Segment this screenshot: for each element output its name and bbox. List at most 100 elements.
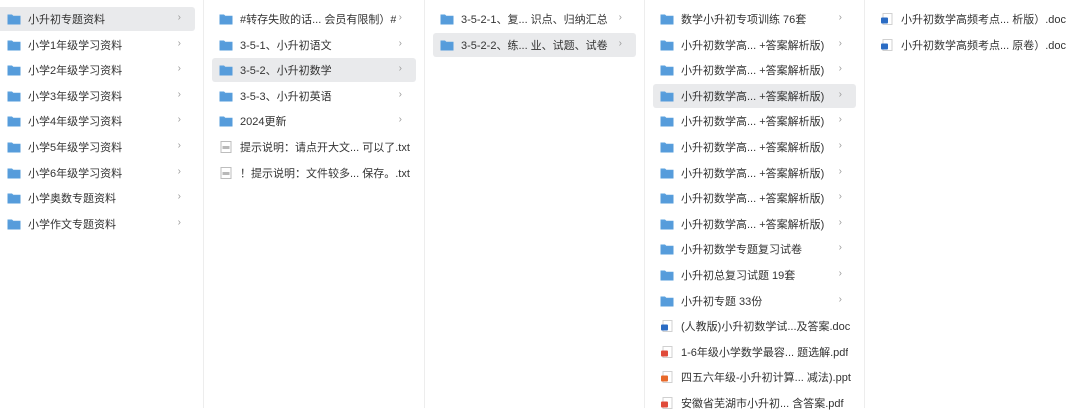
file-item[interactable]: (人教版)小升初数学试...及答案.doc bbox=[653, 314, 856, 338]
item-label: 小学3年级学习资料 bbox=[28, 90, 123, 103]
folder-icon bbox=[7, 13, 21, 25]
folder-icon bbox=[660, 167, 674, 179]
item-label: 3-5-2-1、复... 识点、归纳汇总 bbox=[461, 14, 608, 26]
folder-icon bbox=[7, 141, 21, 153]
item-label: 小升初数学高... +答案解析版) bbox=[681, 39, 825, 52]
folder-item[interactable]: 小升初总复习试题 19套 › bbox=[653, 263, 856, 287]
item-label: 小学2年级学习资料 bbox=[28, 65, 123, 78]
column-3[interactable]: 3-5-2-1、复... 识点、归纳汇总 › 3-5-2-2、练... 业、试题、试… bbox=[425, 0, 645, 408]
folder-item[interactable]: 3-5-2-1、复... 识点、归纳汇总 › bbox=[433, 7, 636, 31]
folder-item[interactable]: 3-5-1、小升初语文 › bbox=[212, 33, 416, 57]
item-label: #转存失败的话... 会员有限制）# bbox=[240, 14, 397, 26]
chevron-right-icon: › bbox=[838, 139, 842, 151]
folder-item-selected[interactable]: 小升初专题资料 › bbox=[0, 7, 195, 31]
folder-item-selected[interactable]: 3-5-2、小升初数学 › bbox=[212, 58, 416, 83]
chevron-right-icon: › bbox=[838, 88, 842, 100]
folder-item[interactable]: 2024更新 › bbox=[212, 109, 416, 133]
chevron-right-icon: › bbox=[838, 191, 842, 203]
folder-icon bbox=[660, 64, 674, 76]
folder-icon bbox=[660, 39, 674, 51]
folder-item[interactable]: 3-5-3、小升初英语 › bbox=[212, 84, 416, 108]
chevron-right-icon: › bbox=[838, 165, 842, 177]
file-item[interactable]: 四五六年级-小升初计算... 减法).ppt bbox=[653, 365, 856, 389]
column-5[interactable]: 小升初数学高频考点... 析版）.doc 小升初数学高频考点... 原卷）.doc bbox=[865, 0, 1080, 408]
folder-item[interactable]: 小升初数学高... +答案解析版) › bbox=[653, 109, 856, 133]
item-label: 提示说明：请点开大文... 可以了.txt bbox=[240, 141, 410, 154]
folder-item[interactable]: 小升初数学专题复习试卷 › bbox=[653, 237, 856, 261]
chevron-right-icon: › bbox=[177, 63, 181, 75]
column-4[interactable]: 数学小升初专项训练 76套 › 小升初数学高... +答案解析版) › 小升初数学高..… bbox=[645, 0, 865, 410]
chevron-right-icon: › bbox=[177, 114, 181, 126]
item-label: 小升初数学高... +答案解析版) bbox=[681, 193, 825, 206]
folder-icon bbox=[660, 141, 674, 153]
column-1[interactable]: 小升初专题资料 › 小学1年级学习资料 › 小学2年级学习资料 › 小学3年级学习资料 › 小学… bbox=[0, 0, 204, 408]
folder-item[interactable]: 小学作文专题资料 › bbox=[0, 212, 195, 236]
item-label: ！提示说明：文件较多... 保存。.txt bbox=[240, 167, 410, 180]
item-label: 小学1年级学习资料 bbox=[28, 39, 123, 52]
folder-icon bbox=[660, 295, 674, 307]
item-label: 小学奥数专题资料 bbox=[28, 193, 116, 206]
miller-columns: 小升初专题资料 › 小学1年级学习资料 › 小学2年级学习资料 › 小学3年级学习资料 › 小学… bbox=[0, 0, 1080, 410]
item-label: 小升初总复习试题 19套 bbox=[681, 269, 796, 282]
folder-icon bbox=[219, 39, 233, 51]
folder-item[interactable]: 小学1年级学习资料 › bbox=[0, 33, 195, 57]
item-label: 3-5-3、小升初英语 bbox=[240, 90, 332, 103]
folder-icon bbox=[219, 13, 233, 25]
folder-item[interactable]: #转存失败的话... 会员有限制）# › bbox=[212, 7, 416, 31]
file-item[interactable]: 小升初数学高频考点... 原卷）.doc bbox=[873, 33, 1072, 57]
folder-item[interactable]: 小升初数学高... +答案解析版) › bbox=[653, 135, 856, 159]
folder-icon bbox=[660, 115, 674, 127]
folder-icon bbox=[660, 90, 674, 102]
folder-item[interactable]: 小升初数学高... +答案解析版) › bbox=[653, 161, 856, 185]
chevron-right-icon: › bbox=[398, 114, 402, 126]
folder-item[interactable]: 小学6年级学习资料 › bbox=[0, 161, 195, 185]
folder-item[interactable]: 小学5年级学习资料 › bbox=[0, 135, 195, 159]
chevron-right-icon: › bbox=[838, 114, 842, 126]
folder-icon bbox=[660, 243, 674, 255]
item-label: 小升初数学高... +答案解析版) bbox=[681, 167, 825, 180]
folder-item-selected[interactable]: 小升初数学高... +答案解析版) › bbox=[653, 83, 856, 108]
file-item[interactable]: 提示说明：请点开大文... 可以了.txt bbox=[212, 135, 416, 159]
item-label: 3-5-2-2、练... 业、试题、试卷 bbox=[461, 39, 608, 52]
chevron-right-icon: › bbox=[838, 12, 842, 23]
item-label: 小升初数学专题复习试卷 bbox=[681, 244, 802, 257]
folder-item[interactable]: 小学奥数专题资料 › bbox=[0, 186, 195, 210]
chevron-right-icon: › bbox=[177, 37, 181, 49]
file-item[interactable]: ！提示说明：文件较多... 保存。.txt bbox=[212, 161, 416, 185]
item-label: 四五六年级-小升初计算... 减法).ppt bbox=[681, 372, 851, 385]
chevron-right-icon: › bbox=[838, 37, 842, 49]
column-2[interactable]: #转存失败的话... 会员有限制）# › 3-5-1、小升初语文 › 3-5-2、小升初… bbox=[204, 0, 425, 408]
item-label: 小升初数学高... +答案解析版) bbox=[681, 65, 825, 78]
file-item[interactable]: 小升初数学高频考点... 析版）.doc bbox=[873, 7, 1072, 31]
file-item[interactable]: 安徽省芜湖市小升初... 含答案.pdf bbox=[653, 391, 856, 415]
item-label: 2024更新 bbox=[240, 116, 287, 129]
folder-item[interactable]: 小升初数学高... +答案解析版) › bbox=[653, 33, 856, 57]
folder-icon bbox=[7, 218, 21, 230]
chevron-right-icon: › bbox=[838, 63, 842, 75]
item-label: 安徽省芜湖市小升初... 含答案.pdf bbox=[681, 397, 844, 410]
ppt-file-icon bbox=[660, 371, 674, 384]
item-label: 小升初专题资料 bbox=[28, 14, 105, 26]
chevron-right-icon: › bbox=[398, 88, 402, 100]
folder-item[interactable]: 小学4年级学习资料 › bbox=[0, 109, 195, 133]
folder-item[interactable]: 小学3年级学习资料 › bbox=[0, 84, 195, 108]
chevron-right-icon: › bbox=[177, 191, 181, 203]
folder-item[interactable]: 小升初数学高... +答案解析版) › bbox=[653, 212, 856, 236]
folder-icon bbox=[660, 218, 674, 230]
item-label: 小学作文专题资料 bbox=[28, 218, 116, 231]
item-label: 小升初数学高... +答案解析版) bbox=[681, 116, 825, 129]
item-label: 小学4年级学习资料 bbox=[28, 116, 123, 129]
word-doc-icon bbox=[880, 13, 894, 25]
chevron-right-icon: › bbox=[177, 12, 181, 23]
folder-item[interactable]: 小升初专题 33份 › bbox=[653, 289, 856, 313]
chevron-right-icon: › bbox=[838, 242, 842, 254]
chevron-right-icon: › bbox=[618, 12, 622, 23]
folder-item[interactable]: 小升初数学高... +答案解析版) › bbox=[653, 58, 856, 82]
folder-item-selected[interactable]: 3-5-2-2、练... 业、试题、试卷 › bbox=[433, 32, 636, 57]
item-label: 3-5-1、小升初语文 bbox=[240, 39, 332, 52]
file-item[interactable]: 1-6年级小学数学最容... 题选解.pdf bbox=[653, 340, 856, 364]
folder-item[interactable]: 小学2年级学习资料 › bbox=[0, 58, 195, 82]
folder-item[interactable]: 数学小升初专项训练 76套 › bbox=[653, 7, 856, 31]
folder-icon bbox=[7, 167, 21, 179]
folder-item[interactable]: 小升初数学高... +答案解析版) › bbox=[653, 186, 856, 210]
